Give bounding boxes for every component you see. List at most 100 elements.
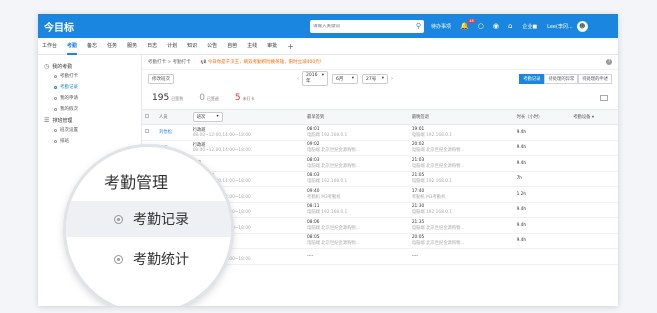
first-in-source: 电脑端 北京世纪金源购物...: [307, 148, 360, 154]
first-in-time: ----: [307, 253, 314, 259]
last-out-source: 电脑端 北京世纪金源购物...: [411, 225, 465, 231]
sidebar-item-shift-settings[interactable]: 班次设置: [54, 127, 141, 133]
magnifier-item-stats[interactable]: 考勤统计: [66, 241, 231, 277]
todo-link[interactable]: 待办事项: [431, 23, 451, 30]
sidebar-item-schedule[interactable]: 排班: [54, 138, 141, 144]
person-name-link[interactable]: 刘怡松: [159, 130, 172, 135]
sidebar-item-punch[interactable]: 考勤打卡: [54, 73, 141, 79]
duration-value: 7h: [516, 176, 523, 182]
promo-notice[interactable]: 📢 今日你是千汉王，刷双考勤积险换英雄，限时立减400元!: [201, 59, 322, 65]
shift-time: 08:00~12:00,14:00~18:00: [192, 132, 251, 138]
settings-icon[interactable]: ◉: [493, 22, 499, 30]
nav-item-zb[interactable]: 自芭: [227, 38, 237, 55]
duration-value: 9.4h: [516, 145, 527, 151]
sidebar-section-schedule[interactable]: ☰ 排班管理: [44, 117, 141, 124]
breadcrumb: 考勤打卡 > 考勤打卡 📢 今日你是千汉王，刷双考勤积险换英雄，限时立减400元…: [142, 55, 618, 70]
magnifier-title: 考勤管理: [104, 173, 169, 192]
notification-badge: 48: [468, 19, 475, 23]
last-out-source: 电脑端 北京世纪金源购物...: [411, 163, 465, 169]
record-tabs: 考勤记录 待处理的异常 待处理的申述: [519, 73, 612, 84]
layout-toggle-icon[interactable]: [600, 95, 608, 101]
avatar[interactable]: ☻: [576, 20, 588, 32]
nav-item-notice[interactable]: 公告: [207, 38, 217, 55]
chat-icon[interactable]: ○: [478, 22, 484, 30]
nav-item-memo[interactable]: 备忘: [87, 38, 97, 55]
nav-item-log[interactable]: 日志: [147, 38, 157, 55]
home-icon[interactable]: ⌂: [508, 22, 512, 30]
toolbar: 修改班次 ‹ 2016年 ▾ 6月 ▾ 27号 ▾ › 考勤记录 待处理的异常 待处理…: [142, 70, 618, 87]
radio-dot-icon: [54, 128, 57, 132]
chevron-down-icon: ▾: [381, 75, 384, 81]
user-name[interactable]: Lee(李冈...: [547, 23, 573, 30]
magnifier-callout: 考勤管理 考勤记录 考勤统计: [66, 147, 231, 306]
help-icon[interactable]: ?: [606, 59, 612, 65]
sidebar-item-applications[interactable]: 我的申请: [54, 95, 141, 101]
stat-signed-out: 0 已签退: [199, 93, 219, 103]
radio-dot-icon: [54, 107, 57, 111]
first-in-source: 考勤机 M3考勤机: [307, 194, 341, 200]
nav-item-task[interactable]: 任务: [107, 38, 117, 55]
sidebar-item-leave[interactable]: 我的假次: [54, 106, 141, 112]
main-nav: 工作台 考勤 备忘 任务 服务 日志 计划 知识 公告 自芭 主线 审批 +: [38, 38, 618, 55]
col-last-out[interactable]: 最晚签退: [408, 109, 514, 125]
tab-records[interactable]: 考勤记录: [519, 73, 545, 84]
prev-arrow-icon[interactable]: ‹: [297, 76, 299, 82]
last-out-time: ----: [411, 253, 419, 259]
add-nav-icon[interactable]: +: [287, 38, 294, 55]
search-input[interactable]: [313, 23, 416, 29]
select-all-checkbox[interactable]: [145, 114, 149, 118]
first-in-source: 电脑端 北京世纪金源购物...: [307, 163, 360, 169]
duration-value: 9.4h: [516, 160, 527, 166]
last-out-source: 电脑端 192.168.0.1: [411, 210, 453, 216]
col-duration: 时长（小时）: [513, 109, 571, 125]
table-row[interactable]: 潘娟行政班08:00~12:00,14:00~18:0009:02电脑端 北京世…: [142, 140, 618, 156]
col-first-in[interactable]: 最早签到: [304, 109, 409, 125]
first-in-source: 电脑端 192.168.0.1: [307, 132, 348, 138]
nav-item-mainline[interactable]: 主线: [247, 38, 257, 55]
table-header-row: 人员 班次 ▾ 最早签到 最晚签退 时长（小时） 考勤设备 ▾: [142, 109, 618, 125]
chevron-down-icon: ▾: [591, 115, 594, 120]
nav-item-service[interactable]: 服务: [127, 38, 137, 55]
chevron-down-icon: ▾: [321, 73, 324, 78]
next-arrow-icon[interactable]: ›: [391, 76, 393, 82]
tab-pending-exceptions[interactable]: 待处理的异常: [544, 73, 579, 84]
nav-item-attendance[interactable]: 考勤: [67, 38, 78, 55]
month-select[interactable]: 6月 ▾: [332, 73, 358, 84]
chevron-down-icon: ▾: [351, 75, 354, 81]
sidebar-section-my-attendance[interactable]: ◷ 我的考勤: [44, 63, 141, 70]
edit-shift-button[interactable]: 修改班次: [148, 73, 174, 84]
duration-value: 9.4h: [516, 129, 527, 135]
nav-item-workbench[interactable]: 工作台: [42, 38, 57, 55]
radio-dot-icon: [114, 214, 123, 224]
app-logo: 今目标: [44, 22, 74, 34]
radio-dot-icon: [54, 74, 57, 78]
col-shift[interactable]: 班次 ▾: [189, 109, 305, 125]
col-device[interactable]: 考勤设备 ▾: [570, 109, 618, 125]
day-select[interactable]: 27号 ▾: [362, 73, 388, 84]
magnifier-item-records[interactable]: 考勤记录: [66, 201, 231, 237]
col-person: 人员: [156, 109, 190, 125]
nav-item-plan[interactable]: 计划: [167, 38, 177, 55]
last-out-source: 电脑端 北京世纪金源购物...: [411, 148, 465, 154]
enterprise-menu[interactable]: 企业■: [522, 23, 537, 30]
duration-value: 9.4h: [516, 238, 527, 244]
stats-bar: 195 已签到 0 已签退 5 未打卡: [142, 87, 618, 109]
nav-item-approval[interactable]: 审批: [267, 38, 277, 55]
stat-signed-in: 195 已签到: [152, 93, 184, 103]
first-in-source: 电脑端 192.168.0.1: [307, 179, 348, 185]
table-row[interactable]: 宝玥休息08:03电脑端 北京世纪金源购物...21:03电脑端 北京世纪金源购…: [142, 155, 618, 172]
chevron-down-icon: ▾: [216, 114, 219, 119]
top-header: 今目标 ⚲ 待办事项 🔔48 ○ ◉ ⌂ 企业■ Lee(李冈... ☻: [38, 14, 618, 38]
breadcrumb-text: 考勤打卡 > 考勤打卡: [148, 60, 191, 65]
table-row[interactable]: 刘怡松 行政班 08:00~12:00,14:00~18:00 08:01 电脑端 19…: [142, 124, 618, 141]
search-box[interactable]: ⚲: [310, 19, 424, 33]
tab-pending-appeals[interactable]: 待处理的申述: [578, 73, 612, 84]
year-select[interactable]: 2016年 ▾: [302, 71, 328, 86]
first-in-source: 电脑端 192.168.0.1: [307, 210, 348, 216]
row-checkbox[interactable]: [145, 129, 149, 134]
bell-icon[interactable]: 🔔 48: [460, 19, 475, 30]
nav-item-knowledge[interactable]: 知识: [187, 38, 197, 55]
search-icon[interactable]: ⚲: [416, 22, 421, 30]
sidebar-item-records[interactable]: 考勤记录: [54, 84, 141, 90]
duration-value: 1.2h: [516, 191, 527, 197]
